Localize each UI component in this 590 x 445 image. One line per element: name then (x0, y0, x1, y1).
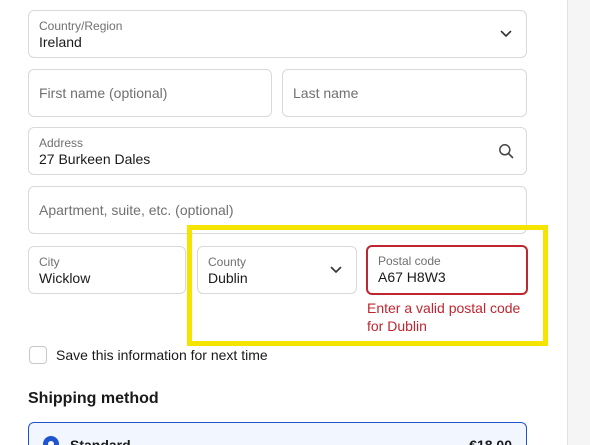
postal-code-label: Postal code (378, 254, 441, 268)
shipping-radio-selected[interactable] (43, 436, 59, 445)
chevron-down-icon (500, 30, 512, 37)
city-value: Wicklow (39, 270, 91, 286)
chevron-down-icon (330, 266, 342, 273)
checkout-form-page: Country/Region Ireland First name (optio… (0, 0, 590, 445)
save-info-label[interactable]: Save this information for next time (56, 347, 268, 363)
country-value: Ireland (39, 34, 82, 50)
country-select[interactable]: Country/Region Ireland (28, 10, 527, 58)
last-name-placeholder: Last name (293, 85, 359, 101)
last-name-field[interactable]: Last name (282, 69, 527, 117)
address-label: Address (39, 136, 84, 150)
postal-code-value: A67 H8W3 (378, 269, 446, 285)
postal-code-error-message: Enter a valid postal code for Dublin (367, 300, 521, 334)
address-value: 27 Burkeen Dales (39, 151, 151, 167)
shipping-option-price: €18.00 (469, 437, 512, 445)
first-name-field[interactable]: First name (optional) (28, 69, 272, 117)
first-name-placeholder: First name (optional) (39, 85, 168, 101)
apartment-field[interactable]: Apartment, suite, etc. (optional) (28, 186, 527, 234)
county-select[interactable]: County Dublin (197, 246, 357, 294)
order-summary-panel-edge (567, 0, 590, 445)
shipping-method-heading: Shipping method (28, 390, 159, 407)
city-label: City (39, 255, 60, 269)
apartment-placeholder: Apartment, suite, etc. (optional) (39, 202, 234, 218)
search-icon[interactable] (498, 143, 514, 159)
county-value: Dublin (208, 270, 248, 286)
save-info-checkbox[interactable] (29, 346, 47, 364)
shipping-option-standard[interactable]: Standard €18.00 (28, 422, 527, 445)
city-field[interactable]: City Wicklow (28, 246, 186, 294)
address-field[interactable]: Address 27 Burkeen Dales (28, 127, 527, 175)
country-label: Country/Region (39, 19, 123, 33)
postal-code-field[interactable]: Postal code A67 H8W3 (366, 245, 528, 295)
shipping-option-name: Standard (70, 437, 131, 445)
county-label: County (208, 255, 247, 269)
